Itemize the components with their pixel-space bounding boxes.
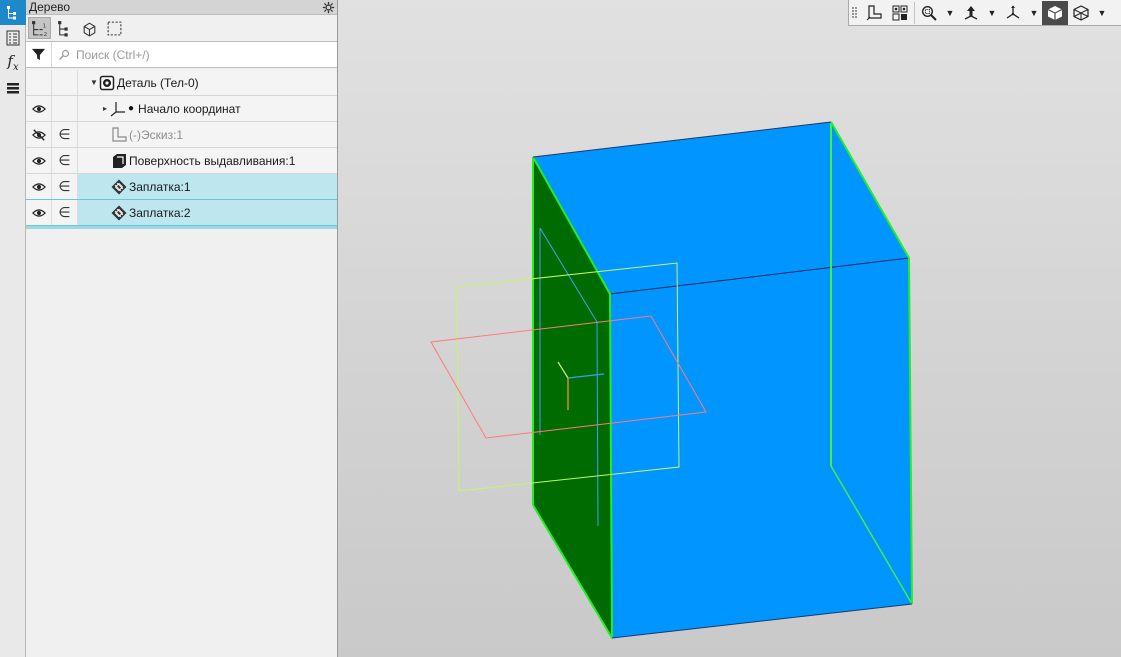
view-toolbar: ▼ ▼ ▼ ▼	[848, 0, 1121, 26]
orient-icon	[964, 5, 978, 20]
tree-row-label: Деталь (Тел-0)	[117, 75, 199, 90]
eye-icon	[31, 208, 46, 217]
visibility-cell[interactable]	[26, 174, 52, 199]
filter-button[interactable]	[26, 42, 52, 67]
axes-icon	[1006, 5, 1020, 19]
model-scene[interactable]	[338, 0, 1121, 657]
funnel-icon	[31, 48, 46, 61]
part-icon	[99, 75, 115, 91]
tree-mode-button[interactable]	[0, 0, 26, 25]
search-box	[52, 46, 337, 63]
relations-button[interactable]	[78, 17, 101, 39]
gear-icon[interactable]	[322, 1, 335, 14]
properties-mode-button[interactable]	[0, 25, 26, 50]
patch-icon	[111, 179, 127, 195]
toolbar-grip-icon[interactable]	[849, 1, 861, 25]
tree-row-label: Заплатка:2	[129, 205, 191, 220]
axes-button[interactable]	[1000, 1, 1026, 25]
zoom-button[interactable]	[916, 1, 942, 25]
zoom-dropdown-arrow[interactable]: ▼	[942, 1, 958, 25]
element-of-icon: ∈	[58, 204, 71, 221]
tree-row-patch-1[interactable]: ∈ Заплатка:1	[26, 174, 337, 200]
selection-filter-button[interactable]	[103, 17, 126, 39]
status-dot-icon: ●	[128, 103, 135, 114]
visibility-cell[interactable]	[26, 122, 52, 147]
zoom-icon	[921, 5, 937, 21]
svg-text:1: 1	[43, 23, 46, 29]
selection-end-line	[26, 226, 337, 229]
panel-header: Дерево	[26, 0, 337, 15]
model-tree: ▼ Деталь (Тел-0) ▸ ● Начало координат ∈ …	[26, 70, 337, 229]
structure-tree-button[interactable]	[53, 17, 76, 39]
visibility-cell[interactable]	[26, 148, 52, 173]
3d-viewport[interactable]	[338, 0, 1121, 657]
panel-title: Дерево	[29, 0, 71, 14]
tree-row-patch-2[interactable]: ∈ Заплатка:2	[26, 200, 337, 226]
element-of-icon: ∈	[58, 152, 71, 169]
tree-icon	[7, 5, 16, 19]
sketch-plane-icon	[866, 4, 882, 20]
search-row	[26, 41, 337, 68]
left-mode-strip: fx	[0, 0, 26, 657]
relation-cell: ∈	[52, 122, 78, 147]
fx-icon: fx	[7, 52, 19, 73]
wireframe-cube-icon	[1073, 4, 1089, 21]
tree-row-sketch[interactable]: ∈ (-)Эскиз:1	[26, 122, 337, 148]
visibility-cell	[26, 70, 52, 95]
tree-row-origin[interactable]: ▸ ● Начало координат	[26, 96, 337, 122]
shaded-cube-icon	[1047, 5, 1063, 20]
sketch-icon	[111, 126, 127, 143]
separator	[914, 1, 915, 24]
display-dropdown-arrow[interactable]: ▼	[1094, 1, 1110, 25]
build-tree-button[interactable]: 12	[28, 17, 51, 39]
tree-row-label: Начало координат	[138, 101, 241, 116]
wireframe-display-button[interactable]	[1068, 1, 1094, 25]
tree-row-extrusion-surface[interactable]: ∈ Поверхность выдавливания:1	[26, 148, 337, 174]
eye-icon	[31, 156, 46, 165]
layers-icon	[7, 82, 19, 93]
variables-mode-button[interactable]: fx	[0, 50, 26, 75]
orientation-dropdown-arrow[interactable]: ▼	[984, 1, 1000, 25]
visibility-cell[interactable]	[26, 96, 52, 121]
eye-hidden-icon	[31, 128, 46, 141]
search-icon	[59, 49, 70, 60]
eye-icon	[31, 104, 46, 113]
eye-icon	[31, 182, 46, 191]
element-of-icon: ∈	[58, 126, 71, 143]
relations-icon	[83, 22, 96, 37]
element-of-icon: ∈	[58, 178, 71, 195]
sketch-plane-button[interactable]	[861, 1, 887, 25]
orientation-button[interactable]	[958, 1, 984, 25]
tree-row-label: Заплатка:1	[129, 179, 191, 194]
structure-tree-icon	[58, 20, 68, 36]
svg-text:2: 2	[44, 31, 47, 36]
relation-cell	[52, 96, 78, 121]
origin-icon	[110, 101, 126, 117]
tree-panel: Дерево 12 Поиск (Ctrl+/) ▼ Деталь (Тел-0…	[26, 0, 338, 657]
shaded-display-button[interactable]	[1042, 0, 1068, 25]
collapse-arrow-icon[interactable]: ▼	[89, 78, 99, 87]
relation-cell	[52, 70, 78, 95]
relation-cell: ∈	[52, 174, 78, 199]
relation-cell: ∈	[52, 148, 78, 173]
relation-cell: ∈	[52, 200, 78, 225]
search-input[interactable]	[74, 46, 318, 63]
tree-row-label: Поверхность выдавливания:1	[129, 153, 296, 168]
visibility-cell[interactable]	[26, 200, 52, 225]
filter-select-button[interactable]	[887, 1, 913, 25]
layers-mode-button[interactable]	[0, 75, 26, 100]
filter-select-icon	[892, 5, 908, 20]
expand-arrow-icon[interactable]: ▸	[100, 104, 110, 113]
selection-box-icon	[107, 21, 122, 35]
tree-row-part[interactable]: ▼ Деталь (Тел-0)	[26, 70, 337, 96]
axes-dropdown-arrow[interactable]: ▼	[1026, 1, 1042, 25]
build-tree-icon: 12	[32, 20, 47, 37]
patch-icon	[111, 205, 127, 221]
tree-row-label: (-)Эскиз:1	[129, 127, 184, 142]
tree-toolbar: 12	[26, 15, 337, 41]
properties-icon	[6, 30, 20, 45]
extrude-surface-icon	[111, 153, 127, 169]
